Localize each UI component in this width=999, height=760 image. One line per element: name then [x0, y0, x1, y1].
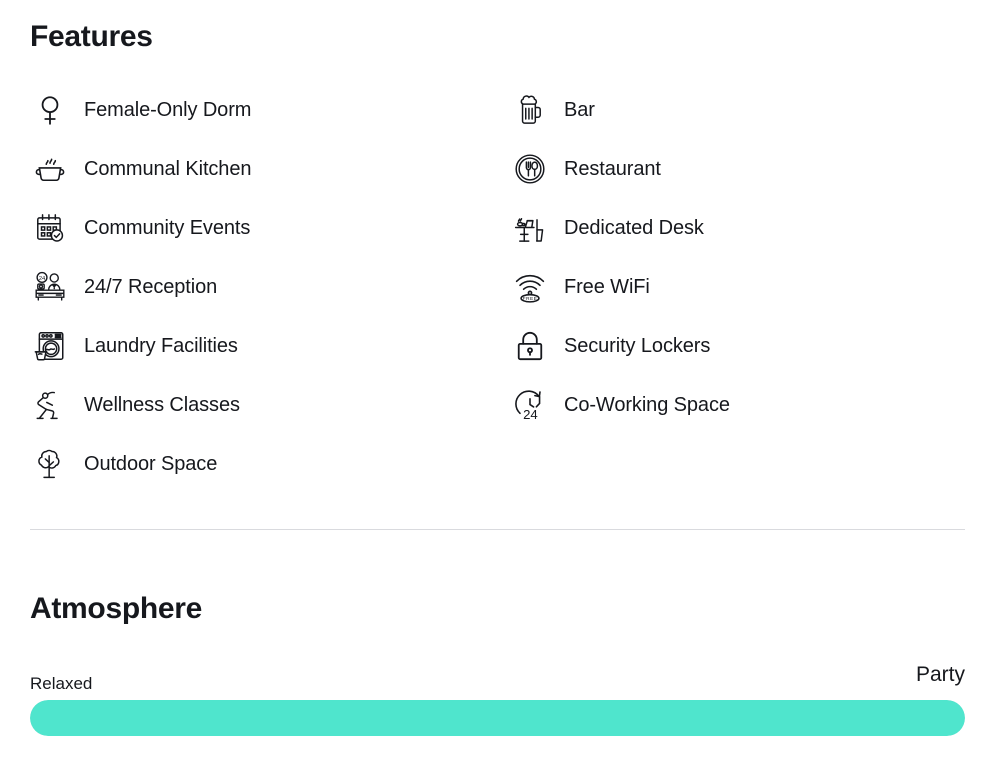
yoga-pose-icon: [30, 385, 70, 425]
feature-item-community-events: Community Events: [30, 198, 510, 257]
feature-label: Dedicated Desk: [564, 216, 704, 239]
washing-machine-icon: [30, 326, 70, 366]
feature-item-placeholder: [510, 434, 990, 493]
features-grid: Female-Only Dorm Communal Kitchen Commun…: [30, 80, 970, 493]
tree-icon: [30, 444, 70, 484]
atmosphere-heading: Atmosphere: [30, 592, 203, 625]
reception-desk-icon: 24: [30, 267, 70, 307]
feature-label: 24/7 Reception: [84, 275, 218, 298]
atmosphere-min-label: Relaxed: [30, 674, 93, 693]
atmosphere-slider-track[interactable]: [30, 700, 965, 736]
section-divider: [30, 529, 965, 530]
female-symbol-icon: [30, 90, 70, 130]
padlock-icon: [510, 326, 550, 366]
features-atmosphere-panel: Features Female-Only Dorm Communal Kitch…: [0, 0, 999, 760]
feature-item-wellness-classes: Wellness Classes: [30, 375, 510, 434]
beer-mug-icon: [510, 90, 550, 130]
feature-label: Security Lockers: [564, 334, 711, 357]
feature-item-24-7-reception: 24 24/7 Reception: [30, 257, 510, 316]
cooking-pot-icon: [30, 149, 70, 189]
atmosphere-scale-labels: Relaxed Party: [30, 656, 965, 692]
desk-laptop-icon: [510, 208, 550, 248]
feature-item-laundry-facilities: Laundry Facilities: [30, 316, 510, 375]
wifi-free-icon: FREE: [510, 267, 550, 307]
svg-text:FREE: FREE: [523, 296, 538, 302]
feature-label: Female-Only Dorm: [84, 98, 252, 121]
feature-item-female-only-dorm: Female-Only Dorm: [30, 80, 510, 139]
svg-text:24: 24: [523, 407, 538, 422]
feature-label: Restaurant: [564, 157, 661, 180]
feature-label: Wellness Classes: [84, 393, 240, 416]
features-heading: Features: [30, 20, 153, 53]
feature-item-security-lockers: Security Lockers: [510, 316, 990, 375]
calendar-check-icon: [30, 208, 70, 248]
feature-label: Bar: [564, 98, 595, 121]
atmosphere-max-label: Party: [915, 663, 965, 686]
feature-item-dedicated-desk: Dedicated Desk: [510, 198, 990, 257]
feature-label: Free WiFi: [564, 275, 650, 298]
plate-cutlery-icon: [510, 149, 550, 189]
feature-item-co-working-space: 24 Co-Working Space: [510, 375, 990, 434]
feature-item-communal-kitchen: Communal Kitchen: [30, 139, 510, 198]
feature-item-bar: Bar: [510, 80, 990, 139]
feature-item-restaurant: Restaurant: [510, 139, 990, 198]
feature-label: Communal Kitchen: [84, 157, 252, 180]
feature-label: Laundry Facilities: [84, 334, 238, 357]
atmosphere-slider-fill: [30, 700, 965, 736]
feature-label: Outdoor Space: [84, 452, 218, 475]
feature-item-free-wifi: FREE Free WiFi: [510, 257, 990, 316]
feature-label: Community Events: [84, 216, 251, 239]
feature-item-outdoor-space: Outdoor Space: [30, 434, 510, 493]
svg-text:24: 24: [39, 275, 46, 281]
clock-24-icon: 24: [510, 385, 550, 425]
feature-label: Co-Working Space: [564, 393, 730, 416]
